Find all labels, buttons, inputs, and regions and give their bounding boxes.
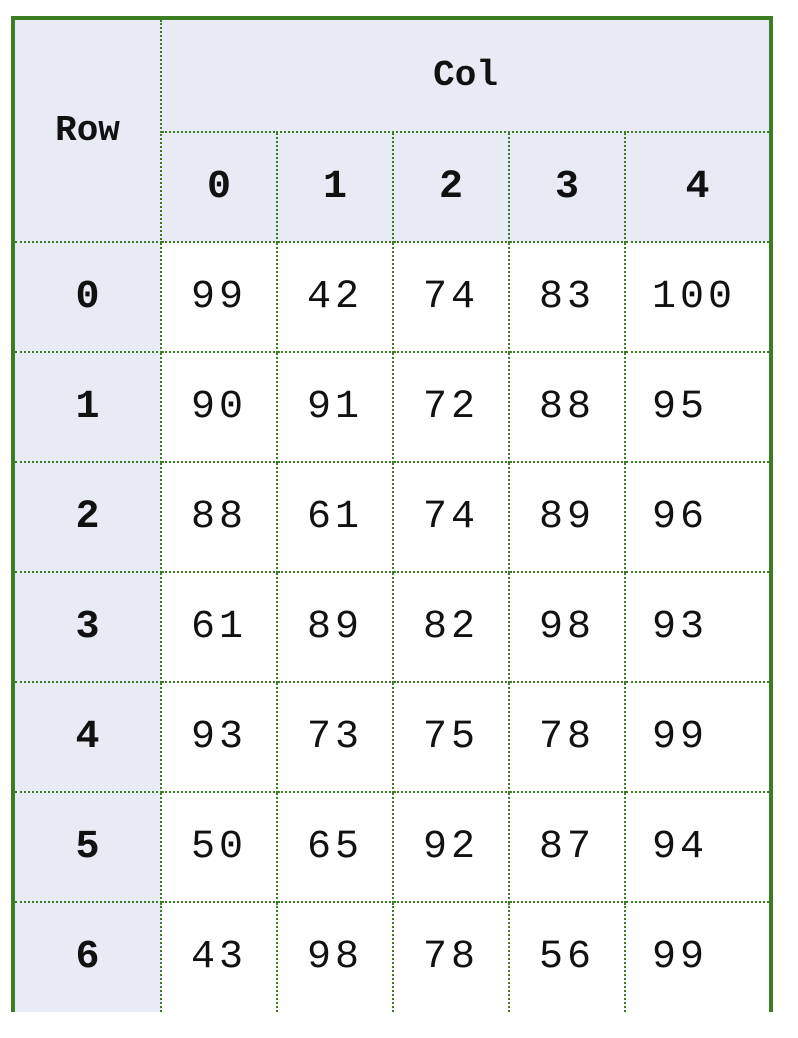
table-cell: 100 <box>623 241 770 353</box>
table-cell: 50 <box>160 791 278 903</box>
table-cell: 91 <box>276 351 394 463</box>
table-cell: 99 <box>160 241 278 353</box>
table-cell: 65 <box>276 791 394 903</box>
table-row: 5 50 65 92 87 94 <box>15 791 770 903</box>
table-cell: 72 <box>392 351 510 463</box>
table-cell: 94 <box>623 791 770 903</box>
table-cell: 89 <box>508 461 626 573</box>
table-row: 2 88 61 74 89 96 <box>15 461 770 573</box>
table-row: 0 99 42 74 83 100 <box>15 241 770 353</box>
table-row: 6 43 98 78 56 99 <box>15 901 770 1012</box>
table-cell: 83 <box>508 241 626 353</box>
table-cell: 99 <box>623 681 770 793</box>
row-label: 5 <box>15 791 162 903</box>
table-cell: 87 <box>508 791 626 903</box>
table-cell: 78 <box>508 681 626 793</box>
table-cell: 42 <box>276 241 394 353</box>
row-label: 3 <box>15 571 162 683</box>
row-label: 0 <box>15 241 162 353</box>
table-row: 4 93 73 75 78 99 <box>15 681 770 793</box>
table-cell: 89 <box>276 571 394 683</box>
row-header: Row <box>15 20 162 243</box>
data-table-frame: Row Col 0 1 2 3 4 0 99 42 74 83 100 1 90 91 72 88 9… <box>11 16 773 1012</box>
table-cell: 95 <box>623 351 770 463</box>
table-cell: 93 <box>160 681 278 793</box>
table-cell: 98 <box>276 901 394 1012</box>
table-cell: 43 <box>160 901 278 1012</box>
table-cell: 93 <box>623 571 770 683</box>
row-label: 4 <box>15 681 162 793</box>
column-label: 1 <box>276 131 394 243</box>
table-cell: 78 <box>392 901 510 1012</box>
column-label: 2 <box>392 131 510 243</box>
row-label: 2 <box>15 461 162 573</box>
table-cell: 88 <box>508 351 626 463</box>
table-cell: 99 <box>623 901 770 1012</box>
row-label: 1 <box>15 351 162 463</box>
table-cell: 61 <box>276 461 394 573</box>
table-cell: 88 <box>160 461 278 573</box>
data-table: Row Col 0 1 2 3 4 0 99 42 74 83 100 1 90 91 72 88 9… <box>15 20 770 1012</box>
table-row: 3 61 89 82 98 93 <box>15 571 770 683</box>
column-label: 4 <box>623 131 770 243</box>
column-label: 0 <box>160 131 278 243</box>
column-label: 3 <box>508 131 626 243</box>
table-cell: 92 <box>392 791 510 903</box>
table-cell: 96 <box>623 461 770 573</box>
table-cell: 82 <box>392 571 510 683</box>
table-cell: 75 <box>392 681 510 793</box>
table-cell: 98 <box>508 571 626 683</box>
table-cell: 61 <box>160 571 278 683</box>
row-label: 6 <box>15 901 162 1012</box>
table-cell: 56 <box>508 901 626 1012</box>
table-row: 1 90 91 72 88 95 <box>15 351 770 463</box>
table-cell: 73 <box>276 681 394 793</box>
table-cell: 90 <box>160 351 278 463</box>
table-cell: 74 <box>392 461 510 573</box>
table-cell: 74 <box>392 241 510 353</box>
col-header: Col <box>159 20 770 133</box>
